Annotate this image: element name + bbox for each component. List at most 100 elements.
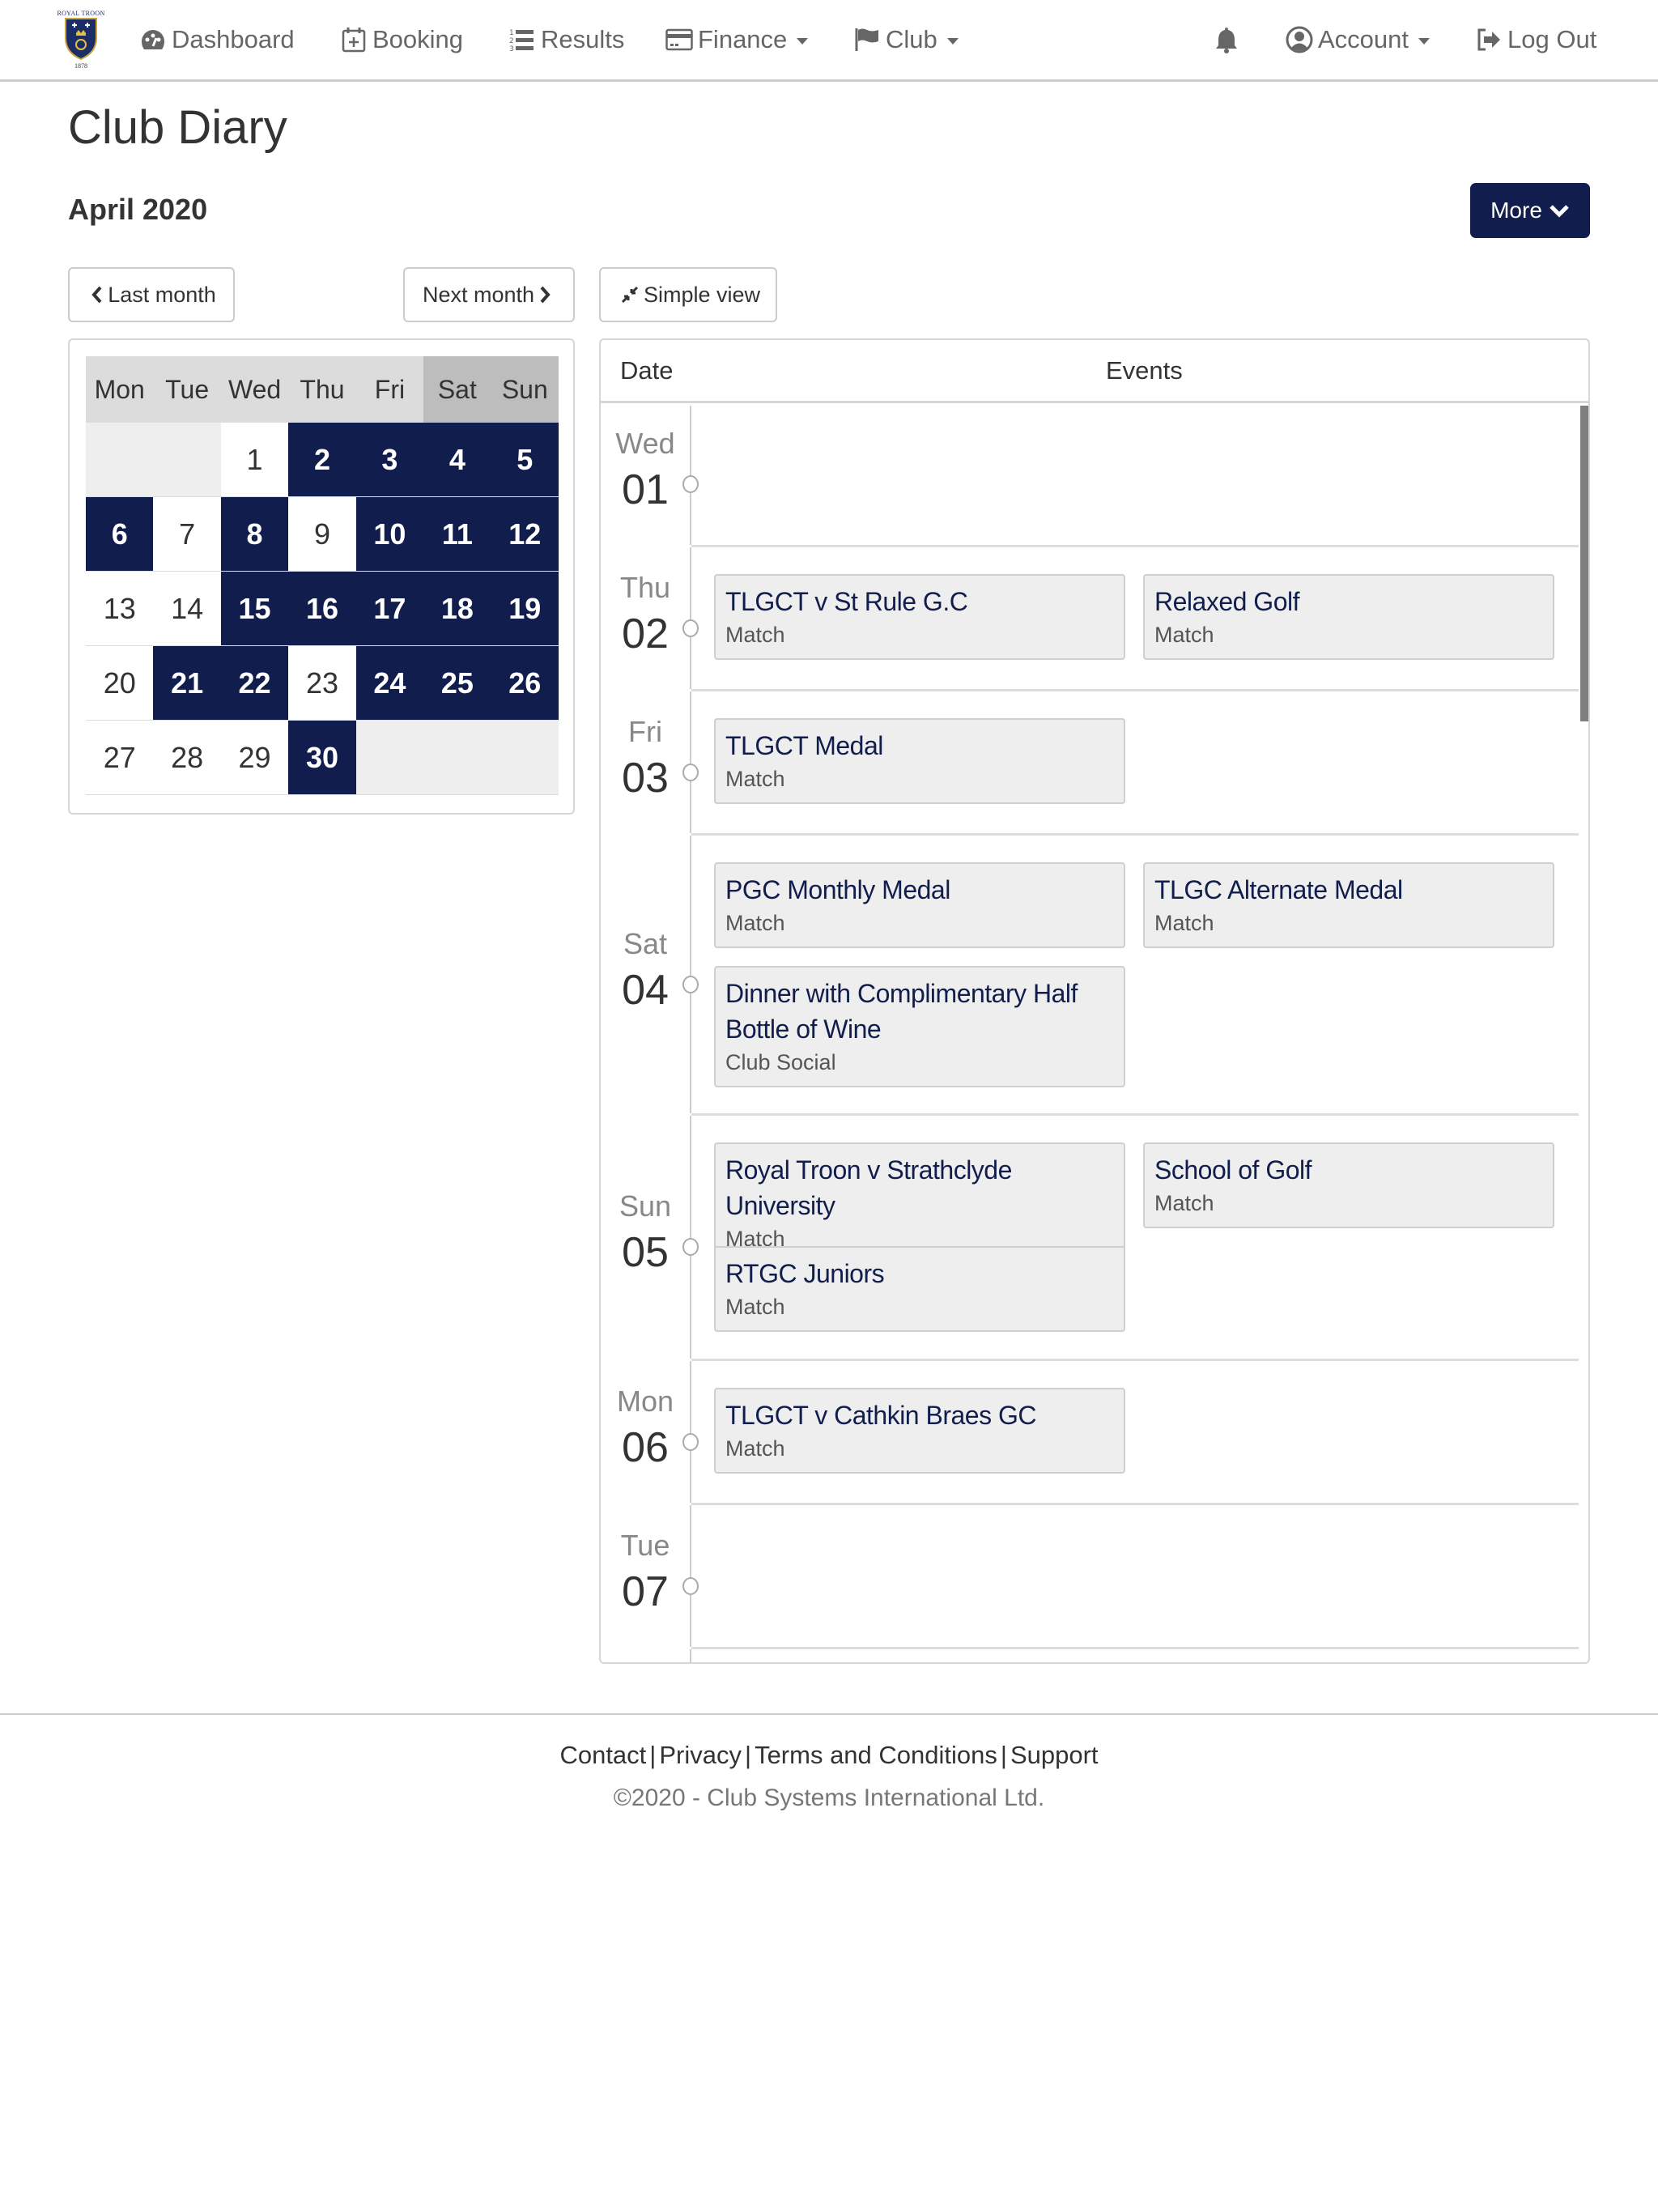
calendar-day-3[interactable]: 3 [355,423,424,497]
calendar-day-30[interactable]: 30 [288,721,356,795]
calendar-day-7[interactable]: 7 [153,497,221,572]
nav-dashboard[interactable]: Dashboard [139,21,295,58]
event-card[interactable]: Dinner with Complimentary Half Bottle of… [714,966,1125,1087]
calendar-day-27[interactable]: 27 [86,721,154,795]
footer-separator: | [1000,1741,1007,1769]
calendar-day-4[interactable]: 4 [423,423,491,497]
row-border-mask [601,1359,691,1361]
calendar-empty-cell [355,721,424,795]
last-month-button[interactable]: Last month [68,267,235,322]
footer-copyright: ©2020 - Club Systems International Ltd. [613,1784,1045,1811]
event-type: Club Social [725,1050,836,1074]
timeline-dot [682,619,699,637]
nav-booking[interactable]: Booking [340,21,463,58]
day-name: Mon [616,1384,674,1418]
caret-down-icon [1418,38,1431,45]
timeline-dot [682,975,699,993]
footer-link-privacy[interactable]: Privacy [659,1741,742,1769]
numbered-list-icon: 123 [508,26,536,53]
event-card[interactable]: Relaxed Golf Match [1143,574,1554,660]
caret-down-icon [946,38,959,45]
credit-card-icon [665,26,693,53]
calendar-day-1[interactable]: 1 [220,423,289,497]
club-logo[interactable]: ROYAL TROON 1878 [52,10,110,76]
day-name: Sun [619,1189,672,1223]
events-scrollbar[interactable] [1580,406,1588,721]
more-dropdown-button[interactable]: More [1470,183,1590,238]
event-type: Match [725,1436,785,1461]
day-number: 03 [622,754,669,802]
calendar-day-22[interactable]: 22 [220,646,289,721]
footer-link-contact[interactable]: Contact [559,1741,646,1769]
calendar-day-13[interactable]: 13 [86,572,154,646]
calendar-day-24[interactable]: 24 [355,646,424,721]
calendar-day-25[interactable]: 25 [423,646,491,721]
logo-year: 1878 [74,62,87,70]
calendar-day-26[interactable]: 26 [491,646,559,721]
calendar-day-28[interactable]: 28 [153,721,221,795]
calendar-day-17[interactable]: 17 [355,572,424,646]
row-border-mask [601,1647,691,1649]
day-row: Tue 07 [601,1508,1579,1649]
calendar-day-18[interactable]: 18 [423,572,491,646]
event-title: Relaxed Golf [1154,587,1299,616]
event-card[interactable]: PGC Monthly Medal Match [714,862,1125,948]
calendar-day-8[interactable]: 8 [220,497,289,572]
calendar-day-21[interactable]: 21 [153,646,221,721]
day-name: Thu [619,570,671,604]
logout-label: Log Out [1507,25,1597,53]
calendar-day-2[interactable]: 2 [288,423,356,497]
simple-view-button[interactable]: Simple view [599,267,777,322]
logout-button[interactable]: Log Out [1475,21,1596,58]
event-type: Match [1154,1191,1214,1215]
event-card[interactable]: TLGCT Medal Match [714,718,1125,804]
event-card[interactable]: RTGC Juniors Match [714,1246,1125,1332]
row-border-mask [601,1503,691,1505]
event-title: TLGCT v Cathkin Braes GC [725,1401,1036,1430]
calendar-grid: Mon Tue Wed Thu Fri Sat Sun 1 2 3 4 5 6 7 8 9 10 11 12 13 14… [86,356,559,795]
flag-icon [853,26,881,53]
weekday-header-sat: Sat [423,356,491,423]
notifications-button[interactable] [1213,21,1245,58]
event-type: Match [725,1295,785,1319]
calendar-day-14[interactable]: 14 [153,572,221,646]
day-label: Sun 05 [601,1189,690,1277]
calendar-day-5[interactable]: 5 [491,423,559,497]
footer-link-support[interactable]: Support [1010,1741,1099,1769]
bell-icon [1213,26,1240,53]
day-row: Fri 03 TLGCT Medal Match [601,694,1579,836]
more-label: More [1490,198,1542,223]
calendar-day-19[interactable]: 19 [491,572,559,646]
event-card[interactable]: School of Golf Match [1143,1142,1554,1228]
day-label: Thu 02 [601,571,690,658]
calendar-day-11[interactable]: 11 [423,497,491,572]
calendar-day-16[interactable]: 16 [288,572,356,646]
calendar-day-10[interactable]: 10 [355,497,424,572]
day-number: 07 [622,1568,669,1615]
nav-account[interactable]: Account [1286,21,1431,58]
day-row: Mon 06 TLGCT v Cathkin Braes GC Match [601,1363,1579,1505]
footer-link-terms-and-conditions[interactable]: Terms and Conditions [755,1741,997,1769]
timeline-dot [682,1432,699,1451]
event-card[interactable]: TLGCT v St Rule G.C Match [714,574,1125,660]
compress-icon [621,286,639,304]
row-border-mask [601,689,691,691]
event-card[interactable]: TLGCT v Cathkin Braes GC Match [714,1388,1125,1474]
chevron-left-icon [91,286,102,304]
next-month-label: Next month [422,282,535,307]
calendar-day-12[interactable]: 12 [491,497,559,572]
calendar-day-9[interactable]: 9 [288,497,356,572]
calendar-day-29[interactable]: 29 [220,721,289,795]
nav-finance[interactable]: Finance [665,21,809,58]
calendar-day-6[interactable]: 6 [86,497,154,572]
nav-results[interactable]: 123 Results [508,21,624,58]
nav-club[interactable]: Club [853,21,959,58]
calendar-day-20[interactable]: 20 [86,646,154,721]
event-card[interactable]: TLGC Alternate Medal Match [1143,862,1554,948]
calendar-day-15[interactable]: 15 [220,572,289,646]
event-type: Match [1154,623,1214,647]
next-month-button[interactable]: Next month [403,267,575,322]
day-number: 01 [622,466,669,513]
calendar-day-23[interactable]: 23 [288,646,356,721]
nav-account-label: Account [1318,25,1409,53]
